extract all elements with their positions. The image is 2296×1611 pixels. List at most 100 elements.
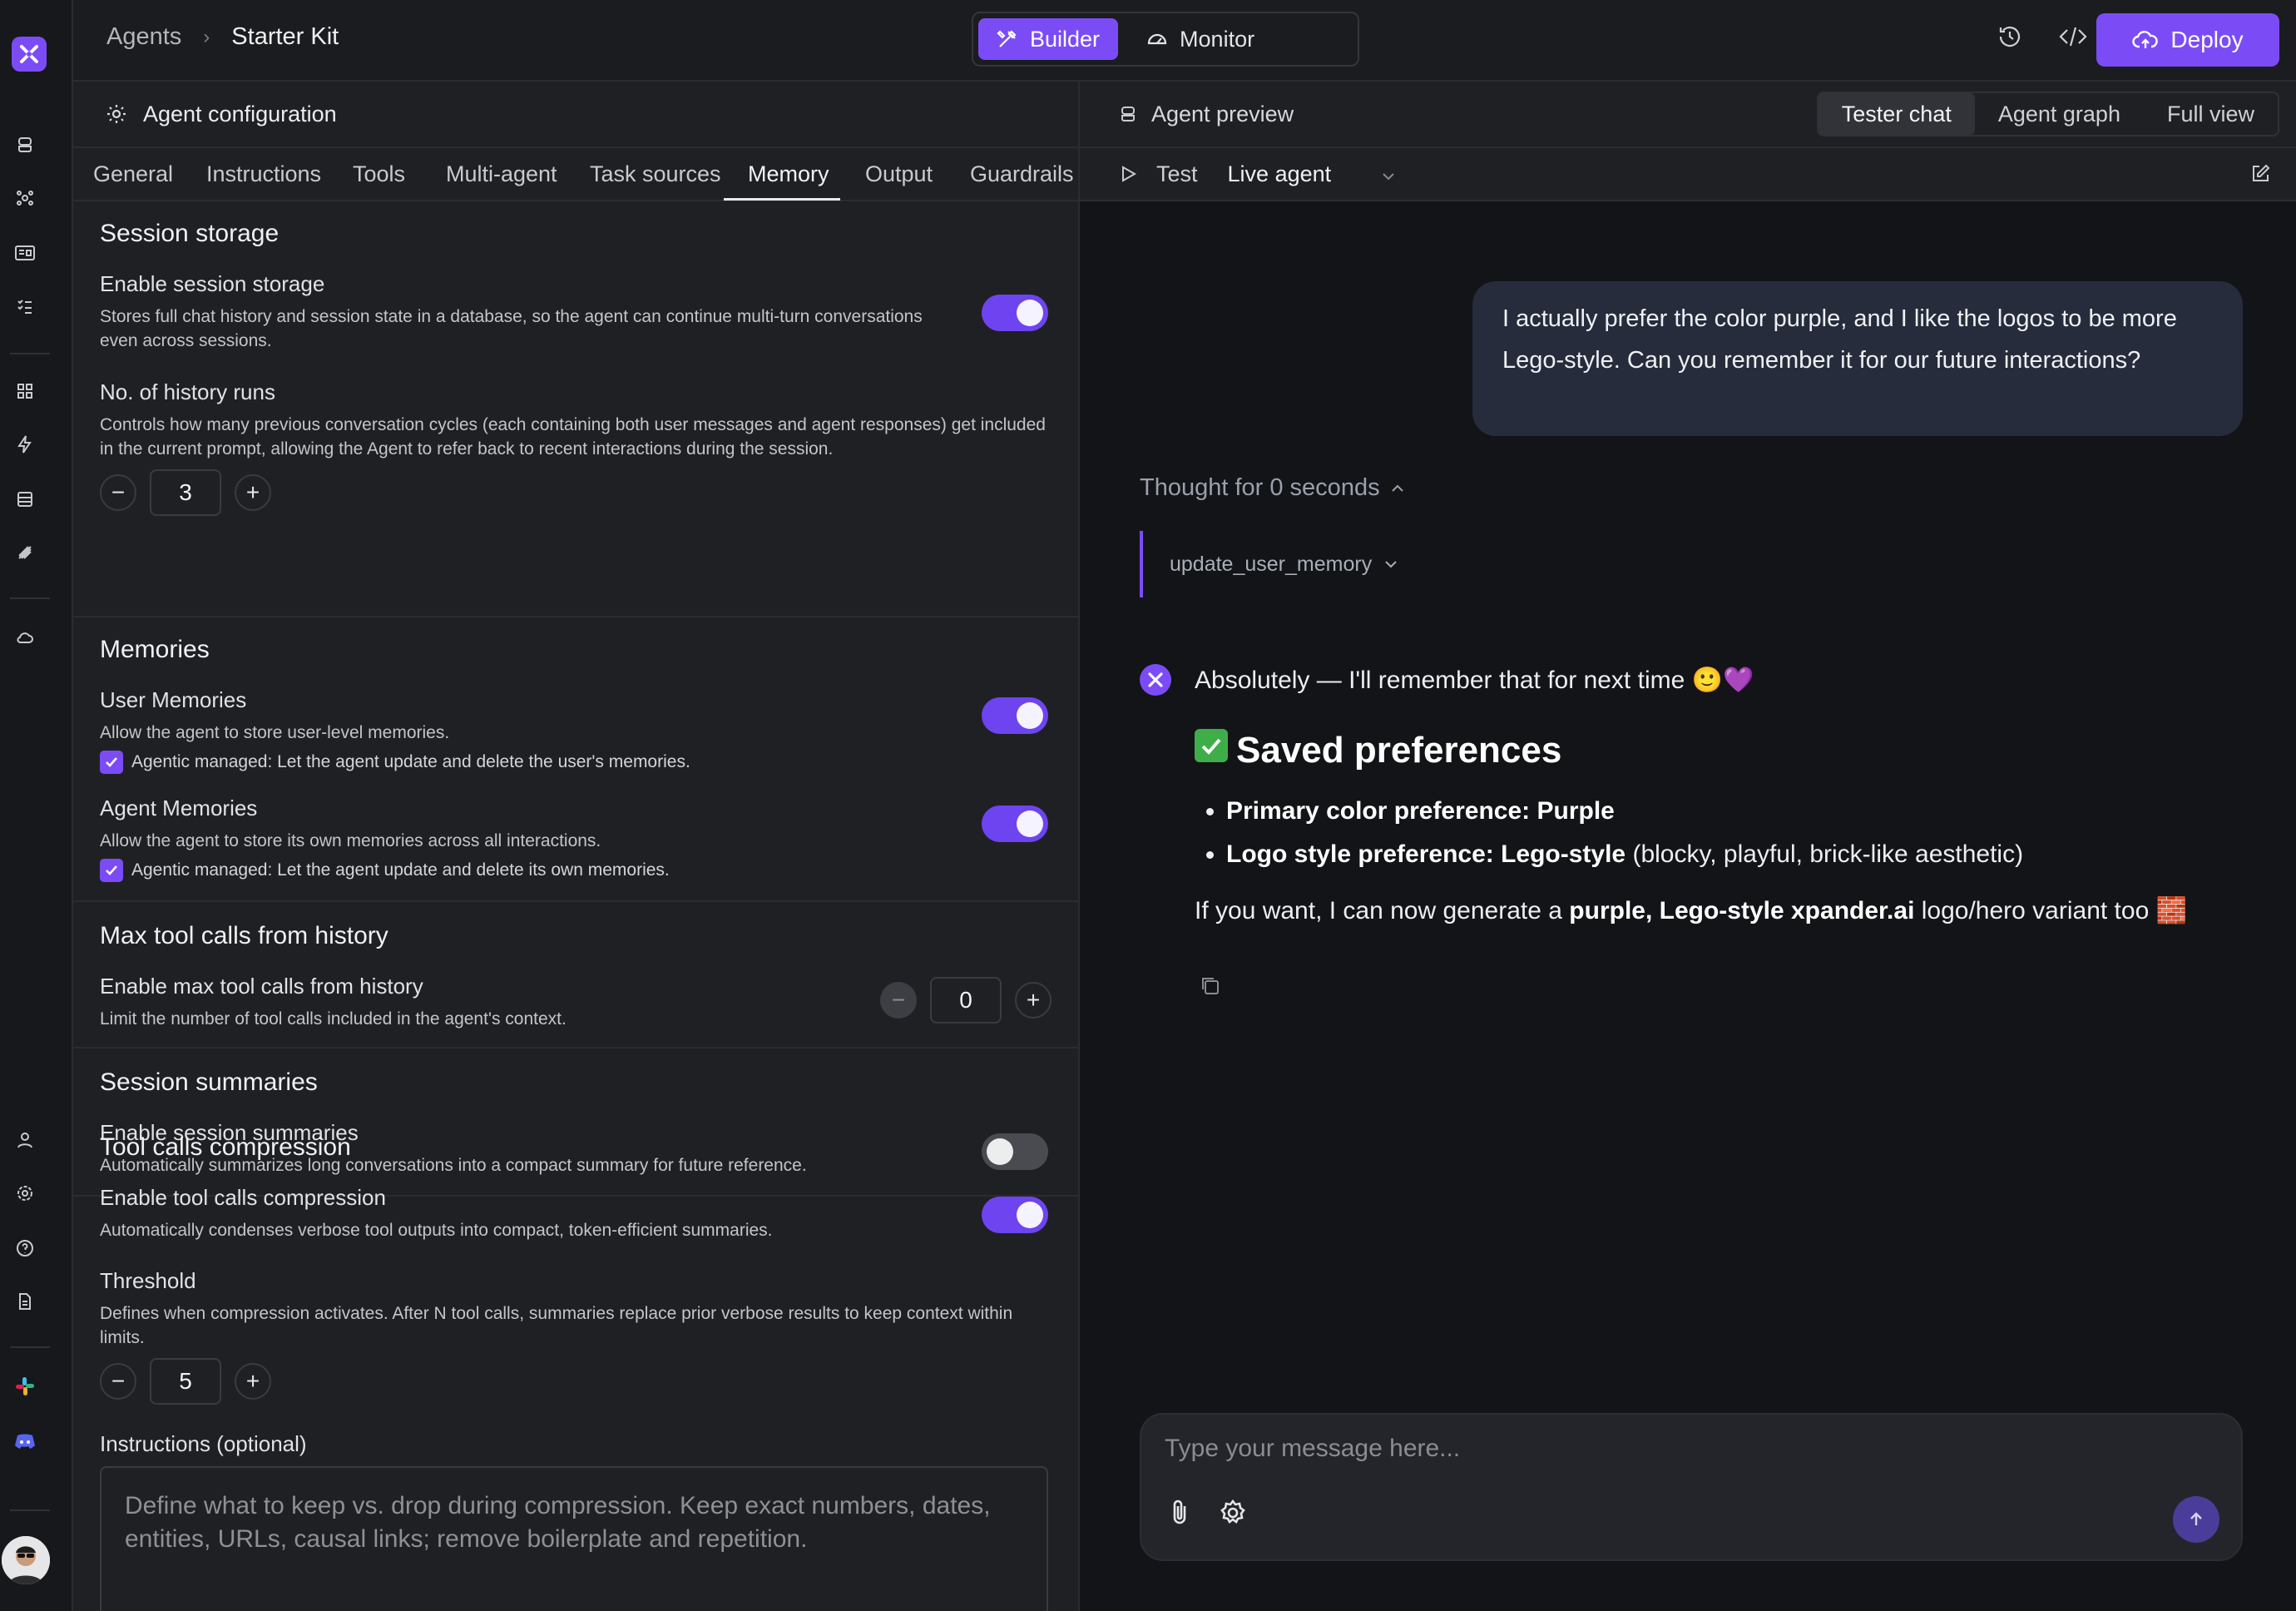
rail-divider (10, 1509, 50, 1511)
tab-output[interactable]: Output (865, 161, 933, 187)
decrement-button[interactable]: − (880, 982, 917, 1019)
compression-label: Enable tool calls compression (100, 1185, 386, 1210)
tab-multi-agent[interactable]: Multi-agent (446, 161, 557, 187)
tab-instructions[interactable]: Instructions (206, 161, 321, 187)
breadcrumb-agents-link[interactable]: Agents (106, 23, 181, 51)
threshold-value[interactable]: 5 (150, 1358, 221, 1405)
compression-toggle[interactable] (982, 1197, 1048, 1233)
dashboard-icon[interactable] (12, 240, 38, 266)
plugin-icon[interactable] (12, 539, 38, 566)
config-title: Agent configuration (143, 101, 337, 126)
memories-section: Memories User Memories Allow the agent t… (73, 617, 1078, 902)
cloud-icon[interactable] (12, 624, 38, 651)
database-icon[interactable] (12, 486, 38, 513)
config-tabs: General Instructions Tools Multi-agent T… (73, 148, 1078, 201)
docs-icon[interactable] (12, 1288, 38, 1315)
breadcrumb-current: Starter Kit (231, 23, 339, 50)
chevron-down-icon[interactable] (1381, 161, 1396, 187)
network-icon[interactable] (12, 185, 38, 211)
settings-gear-icon[interactable] (12, 1180, 38, 1207)
history-runs-value[interactable]: 3 (150, 469, 221, 516)
checkbox-checked-icon (100, 751, 123, 774)
toggle-knob (1017, 1202, 1043, 1228)
decrement-button[interactable]: − (100, 1363, 136, 1400)
user-message-bubble: I actually prefer the color purple, and … (1472, 281, 2243, 436)
session-storage-toggle[interactable] (982, 295, 1048, 331)
thought-toggle[interactable]: Thought for 0 seconds (1140, 474, 1405, 502)
slack-icon[interactable] (12, 1373, 38, 1400)
tab-tools[interactable]: Tools (353, 161, 405, 187)
discord-icon[interactable] (12, 1428, 38, 1455)
response-outro: If you want, I can now generate a purple… (1195, 895, 2243, 928)
increment-button[interactable]: + (235, 474, 271, 511)
tool-call-item[interactable]: update_user_memory (1140, 531, 1398, 597)
monitor-button[interactable]: Monitor (1128, 18, 1273, 60)
session-summaries-section: Session summaries Enable session summari… (73, 1048, 1078, 1197)
tasks-icon[interactable] (12, 293, 38, 320)
session-summaries-toggle[interactable] (982, 1133, 1048, 1170)
user-memories-agentic-checkbox[interactable]: Agentic managed: Let the agent update an… (100, 751, 690, 774)
preview-title: Agent preview (1151, 101, 1294, 126)
agents-icon[interactable] (12, 131, 38, 158)
tab-agent-graph[interactable]: Agent graph (1975, 93, 2144, 135)
agent-avatar-icon (1140, 664, 1171, 696)
user-avatar[interactable] (2, 1536, 50, 1584)
apps-icon[interactable] (12, 378, 38, 404)
tab-task-sources[interactable]: Task sources (590, 161, 721, 187)
increment-button[interactable]: + (235, 1363, 271, 1400)
gauge-icon (1147, 33, 1167, 45)
history-runs-desc: Controls how many previous conversation … (100, 415, 1046, 459)
history-runs-stepper: − 3 + (100, 469, 271, 516)
agent-select[interactable]: Live agent (1228, 161, 1332, 187)
tab-general[interactable]: General (93, 161, 173, 187)
preferences-list: Primary color preference: Purple Logo st… (1195, 790, 2243, 876)
lightning-icon[interactable] (12, 431, 38, 458)
paperclip-icon[interactable] (1166, 1498, 1193, 1532)
chevron-up-icon (1391, 484, 1403, 492)
tools-icon (997, 30, 1017, 47)
checkbox-checked-icon (100, 859, 123, 882)
message-composer: Type your message here... (1140, 1413, 2243, 1561)
play-icon[interactable] (1118, 164, 1138, 184)
history-icon[interactable] (1997, 23, 2023, 54)
session-storage-section: Session storage Enable session storage S… (73, 201, 1078, 617)
app-logo-icon[interactable] (12, 37, 47, 72)
copy-icon[interactable] (1198, 974, 1223, 1003)
decrement-button[interactable]: − (100, 474, 136, 511)
tab-full-view[interactable]: Full view (2144, 93, 2278, 135)
section-heading: Max tool calls from history (100, 922, 388, 949)
agent-memories-agentic-checkbox[interactable]: Agentic managed: Let the agent update an… (100, 859, 670, 882)
agent-memories-toggle[interactable] (982, 806, 1048, 842)
session-storage-desc: Stores full chat history and session sta… (100, 307, 923, 350)
code-icon[interactable] (2058, 23, 2088, 54)
max-tool-calls-value[interactable]: 0 (930, 977, 1002, 1024)
edit-icon[interactable] (2249, 163, 2271, 191)
threshold-label: Threshold (100, 1268, 196, 1293)
tab-guardrails[interactable]: Guardrails (970, 161, 1074, 187)
user-memories-toggle[interactable] (982, 697, 1048, 734)
tab-tester-chat[interactable]: Tester chat (1818, 93, 1975, 135)
increment-button[interactable]: + (1015, 982, 1052, 1019)
test-label[interactable]: Test (1156, 161, 1198, 187)
user-icon[interactable] (12, 1127, 38, 1153)
toggle-knob (1017, 300, 1043, 326)
deploy-label: Deploy (2170, 27, 2244, 52)
toggle-knob (1017, 810, 1043, 837)
deploy-button[interactable]: Deploy (2096, 13, 2279, 67)
help-icon[interactable] (12, 1235, 38, 1262)
view-tabs: Tester chat Agent graph Full view (1816, 92, 2279, 136)
compression-desc: Automatically condenses verbose tool out… (100, 1221, 773, 1240)
compression-instructions-input[interactable]: Define what to keep vs. drop during comp… (100, 1466, 1048, 1611)
monitor-label: Monitor (1180, 26, 1255, 52)
settings-icon[interactable] (1218, 1498, 1248, 1532)
builder-button[interactable]: Builder (978, 18, 1119, 60)
checkbox-label: Agentic managed: Let the agent update an… (131, 752, 690, 771)
tab-memory[interactable]: Memory (748, 161, 829, 187)
send-button[interactable] (2173, 1496, 2219, 1543)
message-input[interactable]: Type your message here... (1165, 1435, 1460, 1463)
response-intro: Absolutely — I'll remember that for next… (1195, 667, 1754, 694)
rail-divider (10, 1346, 50, 1348)
top-actions (1997, 23, 2088, 54)
chevron-right-icon: › (203, 25, 210, 48)
user-memories-desc: Allow the agent to store user-level memo… (100, 723, 450, 742)
